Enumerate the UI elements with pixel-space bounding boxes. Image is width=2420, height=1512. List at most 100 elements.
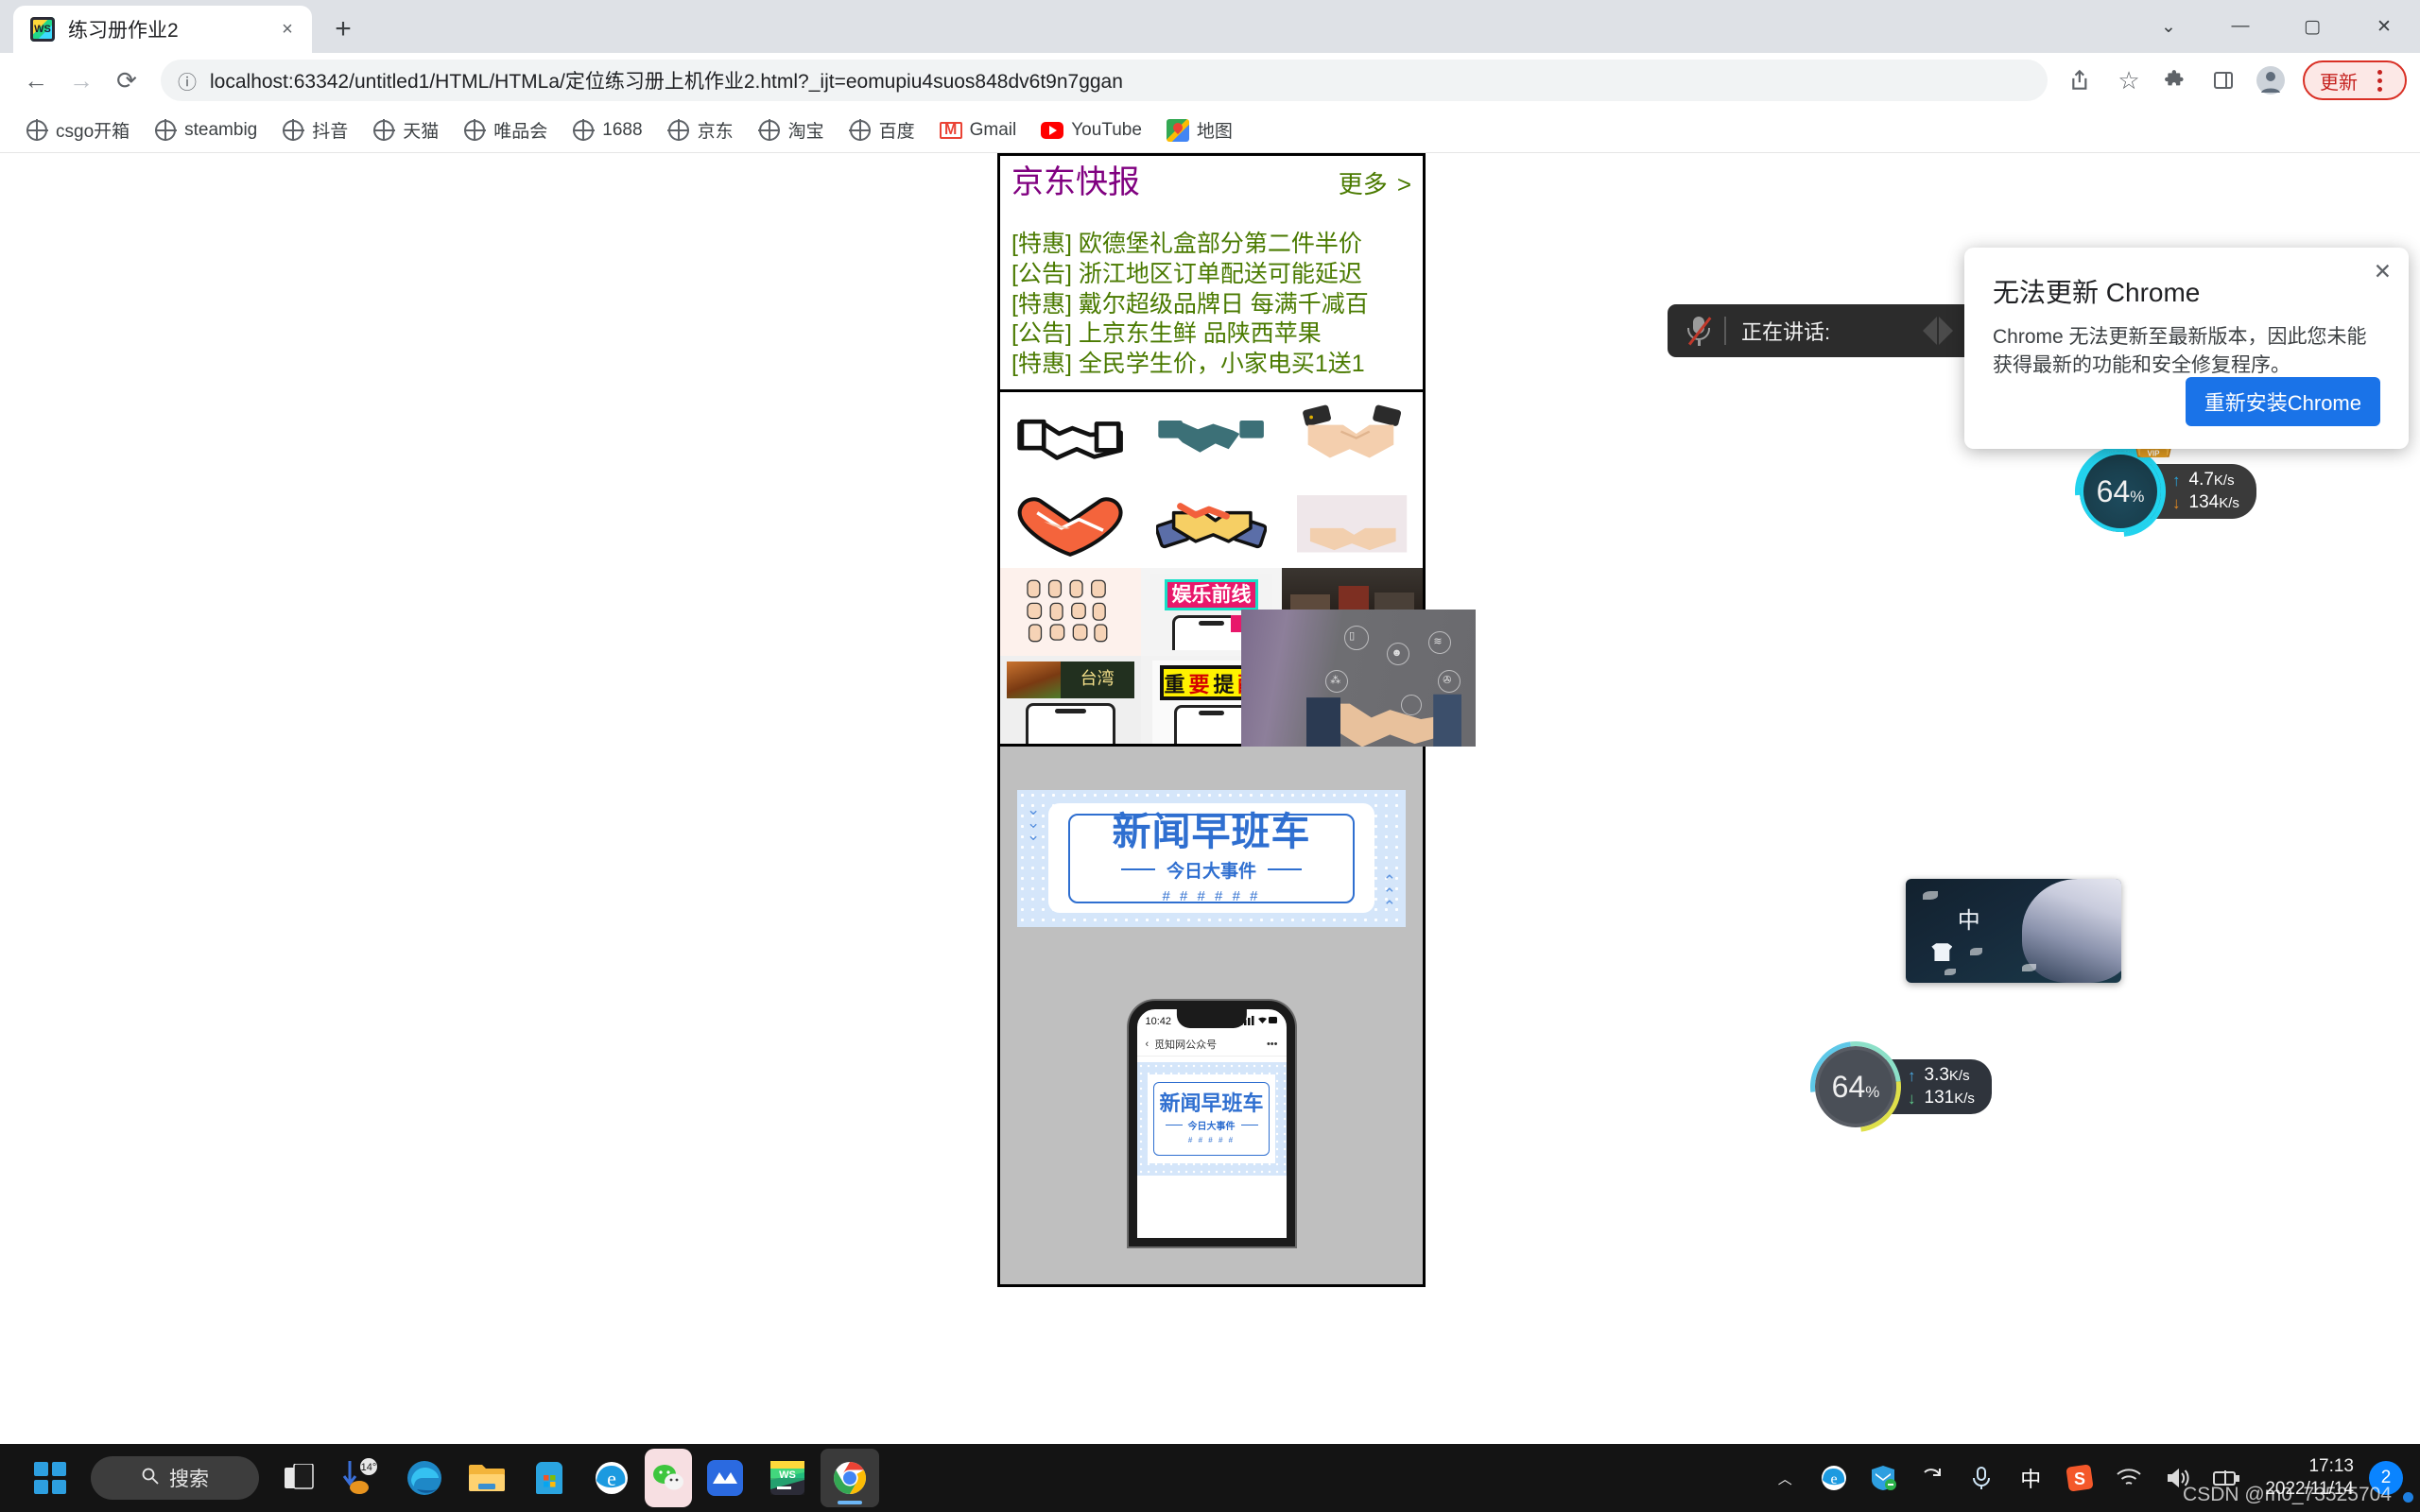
news-list-item[interactable]: [特惠] 欧德堡礼盒部分第二件半价 (1011, 230, 1411, 260)
update-chrome-button[interactable]: 更新 (2303, 60, 2407, 100)
close-tab-icon[interactable]: × (274, 16, 301, 43)
news-more-link[interactable]: 更多 > (1339, 165, 1411, 200)
download-row: ↓ 134K/s (2172, 492, 2239, 513)
microsoft-store-icon[interactable] (520, 1449, 579, 1507)
browser-tab[interactable]: WS 练习册作业2 × (13, 6, 312, 53)
network-speed-widget[interactable]: 64% ↑ 3.3K/s ↓ 131K/s (1791, 1022, 1992, 1151)
cpu-usage-dial[interactable]: 64% (2056, 427, 2185, 556)
tab-search-icon[interactable]: ⌄ (2133, 0, 2204, 53)
microphone-tray-icon[interactable] (1959, 1452, 2004, 1504)
bookmark-1688[interactable]: 1688 (562, 114, 652, 146)
grid-image-handshake-teal[interactable] (1141, 391, 1282, 480)
news-banner[interactable]: ⌄ ⌄ ⌄ ⌃ ⌃ ⌃ 新闻早班车 今日大事件 # # # # # # (1017, 789, 1406, 927)
close-dialog-icon[interactable]: ✕ (2374, 261, 2392, 283)
voice-status-label: 正在讲话: (1741, 320, 1831, 344)
file-explorer-icon[interactable] (458, 1449, 516, 1507)
show-hidden-icons[interactable]: ︿ (1762, 1452, 1807, 1504)
bookmark-star-icon[interactable]: ☆ (2106, 58, 2152, 103)
bookmark-gmail[interactable]: Gmail (929, 114, 1028, 146)
bookmark-baidu[interactable]: 百度 (838, 112, 925, 147)
share-icon[interactable] (2059, 58, 2104, 103)
ime-mode-label[interactable]: 中 (1958, 910, 1980, 933)
grid-image-handshake-outline[interactable] (1000, 391, 1141, 480)
news-banner-section: ⌄ ⌄ ⌄ ⌃ ⌃ ⌃ 新闻早班车 今日大事件 # # # # # # (1000, 747, 1423, 927)
bookmark-vip[interactable]: 唯品会 (453, 112, 558, 147)
taskbar-search[interactable]: 搜索 (91, 1456, 259, 1500)
extensions-puzzle-icon[interactable] (2153, 58, 2199, 103)
phone-back-icon[interactable]: ‹ (1146, 1039, 1150, 1050)
mihoyo-app-icon[interactable] (696, 1449, 754, 1507)
edge-app-icon[interactable] (395, 1449, 454, 1507)
grid-image-handshake-heart[interactable] (1000, 479, 1141, 568)
overlapping-handshake-photo[interactable]: ▯ ☻ ≋ ⁂ ✇ (1241, 609, 1476, 747)
omnibox[interactable]: ⓘ localhost:63342/untitled1/HTML/HTMLa/定… (161, 60, 2048, 101)
minimize-button[interactable]: — (2204, 0, 2276, 53)
bookmark-csgo[interactable]: csgo开箱 (15, 112, 140, 147)
ime-skin-popup[interactable]: 中 (1906, 879, 2121, 983)
bookmark-tmall[interactable]: 天猫 (362, 112, 449, 147)
wrench-icon: ✇ (1443, 674, 1452, 686)
back-icon[interactable]: ← (13, 58, 59, 103)
windows-taskbar: 搜索 14° e WS ︿ e 中 S 17:13 2022/11/14 2 (0, 1444, 2420, 1512)
mic-muted-icon[interactable] (1685, 315, 1713, 347)
chrome-update-dialog: ✕ 无法更新 Chrome Chrome 无法更新至最新版本，因此您未能获得最新… (1964, 248, 2409, 449)
reload-icon[interactable]: ⟳ (104, 58, 149, 103)
bookmark-taobao[interactable]: 淘宝 (748, 112, 835, 147)
news-list-item[interactable]: [公告] 浙江地区订单配送可能延迟 (1011, 260, 1411, 290)
maximize-button[interactable]: ▢ (2276, 0, 2348, 53)
globe-icon (667, 119, 690, 142)
wifi-icon[interactable] (2106, 1452, 2152, 1504)
globe-icon (282, 119, 304, 142)
dialog-title: 无法更新 Chrome (1993, 278, 2201, 307)
cpu-usage-dial[interactable]: 64% (1791, 1022, 1920, 1151)
chevron-right-icon: > (1396, 170, 1411, 198)
mail-tray-icon[interactable] (1860, 1452, 1906, 1504)
bookmark-steambig[interactable]: steambig (144, 114, 268, 146)
grid-image-hand-gestures[interactable] (1000, 567, 1141, 656)
site-info-icon[interactable]: ⓘ (178, 67, 197, 94)
upload-row: ↑ 3.3K/s (1908, 1065, 1975, 1086)
bookmark-jd[interactable]: 京东 (657, 112, 744, 147)
task-view-button[interactable] (270, 1449, 329, 1507)
bookmark-maps[interactable]: 地图 (1156, 112, 1243, 147)
voice-chat-overlay[interactable]: 正在讲话: ↰ (1668, 304, 2000, 357)
banner-subtitle-row: 今日大事件 (1120, 857, 1302, 883)
internet-explorer-icon[interactable]: e (582, 1449, 641, 1507)
news-list-item[interactable]: [公告] 上京东生鲜 品陕西苹果 (1011, 319, 1411, 350)
grid-image-handshake-yellow[interactable] (1141, 479, 1282, 568)
network-speed-widget[interactable]: 64% VIP ↑ 4.7K/s ↓ 134K/s (2056, 427, 2256, 556)
shirt-icon[interactable] (1931, 943, 1953, 962)
phone-more-icon[interactable]: ••• (1267, 1039, 1278, 1050)
grid-image-food-poster[interactable]: 台湾 (1000, 655, 1141, 744)
news-list-item[interactable]: [特惠] 戴尔超级品牌日 每满千减百 (1011, 290, 1411, 320)
clock-time: 17:13 (2308, 1456, 2354, 1477)
divider (1724, 317, 1726, 345)
grid-image-handshake-phones[interactable] (1282, 391, 1423, 480)
start-button[interactable] (21, 1449, 79, 1507)
profile-avatar-icon[interactable] (2248, 58, 2293, 103)
chrome-app-icon[interactable] (821, 1449, 879, 1507)
reinstall-chrome-button[interactable]: 重新安装Chrome (2185, 377, 2380, 426)
bookmark-douyin[interactable]: 抖音 (271, 112, 358, 147)
weather-widget[interactable]: 14° (333, 1449, 391, 1507)
sogou-input-icon[interactable]: S (2057, 1452, 2102, 1504)
refresh-tray-icon[interactable] (1910, 1452, 2413, 1504)
page-viewport: 京东快报 更多 > [特惠] 欧德堡礼盒部分第二件半价 [公告] 浙江地区订单配送… (0, 153, 2420, 1444)
arrow-right-icon[interactable] (1938, 317, 1967, 345)
side-panel-icon[interactable] (2201, 58, 2246, 103)
upload-arrow-icon: ↑ (2172, 471, 2181, 490)
anime-character-art (2022, 879, 2121, 983)
new-tab-button[interactable]: + (321, 8, 365, 51)
bookmark-youtube[interactable]: YouTube (1030, 114, 1152, 146)
webstorm-app-icon[interactable]: WS (758, 1449, 817, 1507)
close-window-button[interactable]: ✕ (2348, 0, 2420, 53)
arrow-left-icon[interactable] (1909, 317, 1937, 345)
forward-icon[interactable]: → (59, 58, 104, 103)
grid-image-handshake-digital[interactable] (1282, 479, 1423, 568)
url-text: localhost:63342/untitled1/HTML/HTMLa/定位练… (210, 71, 1123, 93)
news-list-item[interactable]: [特惠] 全民学生价，小家电买1送1 (1011, 350, 1411, 380)
wechat-icon[interactable] (645, 1449, 692, 1507)
edge-tray-icon[interactable]: e (1811, 1452, 1857, 1504)
ime-chinese-icon[interactable]: 中 (2008, 1452, 2053, 1504)
chrome-menu-icon[interactable] (2363, 69, 2395, 92)
